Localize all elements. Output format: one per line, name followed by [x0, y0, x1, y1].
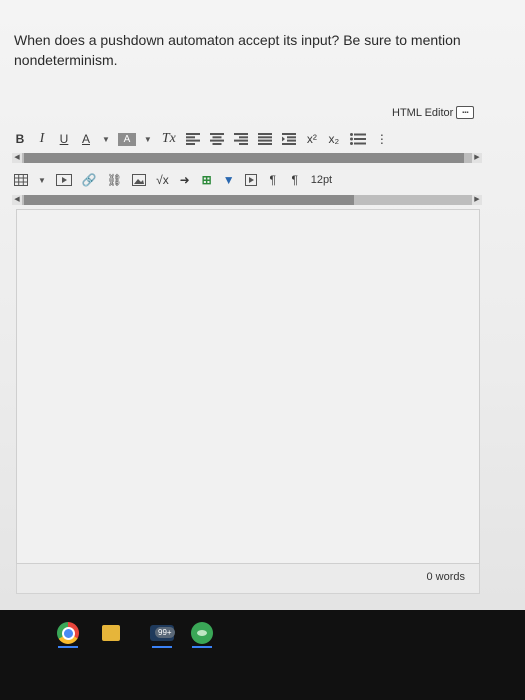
align-left-icon[interactable]: [184, 130, 202, 148]
underline-button[interactable]: U: [56, 130, 72, 148]
files-icon[interactable]: [102, 625, 120, 641]
ltr-direction-icon[interactable]: ¶: [265, 171, 281, 189]
table-icon[interactable]: [12, 171, 30, 189]
equation-icon[interactable]: √x: [154, 171, 171, 189]
chrome-icon[interactable]: [57, 622, 79, 644]
active-indicator: [58, 646, 78, 648]
link-icon[interactable]: 🔗: [80, 171, 99, 189]
table-dropdown-icon[interactable]: ▼: [36, 171, 48, 189]
formatting-toolbar: B I U A ▼ A ▼ Tx x² x₂ ⋮: [12, 128, 482, 150]
font-color-dropdown-icon[interactable]: ▼: [100, 130, 112, 148]
scroll-right-icon[interactable]: ▶: [472, 195, 482, 205]
scroll-left-icon[interactable]: ◀: [12, 195, 22, 205]
scroll-right-icon[interactable]: ▶: [472, 153, 482, 163]
highlight-dropdown-icon[interactable]: ▼: [142, 130, 154, 148]
video-icon[interactable]: [243, 171, 259, 189]
scroll-left-icon[interactable]: ◀: [12, 153, 22, 163]
font-size-select[interactable]: 12pt: [309, 171, 334, 189]
keyboard-icon: ▪▪▪: [456, 106, 475, 119]
embed-icon[interactable]: ➜: [177, 171, 193, 189]
toolbar-scrollbar[interactable]: ◀ ▶: [12, 153, 482, 163]
align-right-icon[interactable]: [232, 130, 250, 148]
html-editor-label: HTML Editor: [392, 106, 454, 119]
bold-button[interactable]: B: [12, 130, 28, 148]
unlink-icon[interactable]: ⛓: [105, 171, 124, 189]
mail-badge: 99+: [155, 627, 175, 638]
font-color-button[interactable]: A: [78, 130, 94, 148]
active-indicator: [152, 646, 172, 648]
align-justify-icon[interactable]: [256, 130, 274, 148]
html-editor-toggle[interactable]: HTML Editor ▪▪▪: [392, 106, 475, 119]
indent-icon[interactable]: [280, 130, 298, 148]
image-icon[interactable]: [130, 171, 148, 189]
rtl-direction-icon[interactable]: ¶: [287, 171, 303, 189]
active-indicator: [192, 646, 212, 648]
more-options-icon[interactable]: ⋮: [374, 130, 390, 148]
taskbar: 99+: [0, 610, 525, 700]
scrollbar-thumb[interactable]: [24, 195, 354, 205]
bullet-list-icon[interactable]: [348, 130, 368, 148]
word-count: 0 words: [426, 571, 465, 583]
page: When does a pushdown automaton accept it…: [0, 0, 525, 610]
toolbar-scrollbar-2[interactable]: ◀ ▶: [12, 195, 482, 205]
maps-icon[interactable]: [191, 622, 213, 644]
question-text: When does a pushdown automaton accept it…: [14, 32, 461, 68]
media-icon[interactable]: [54, 171, 74, 189]
insert-toolbar: ▼ 🔗 ⛓ √x ➜ ⊞ ▼ ¶ ¶ 12pt: [12, 169, 482, 191]
lti-tool-icon[interactable]: ⊞: [199, 171, 215, 189]
scrollbar-thumb[interactable]: [24, 153, 464, 163]
subscript-button[interactable]: x₂: [326, 130, 342, 148]
highlight-button[interactable]: A: [117, 132, 136, 146]
answer-editor[interactable]: [16, 209, 480, 564]
clear-format-button[interactable]: Tx: [160, 130, 178, 148]
editor-status-bar: 0 words: [16, 564, 480, 594]
align-center-icon[interactable]: [208, 130, 226, 148]
superscript-button[interactable]: x²: [304, 130, 320, 148]
italic-button[interactable]: I: [34, 130, 50, 148]
apps-dropdown-icon[interactable]: ▼: [221, 171, 237, 189]
